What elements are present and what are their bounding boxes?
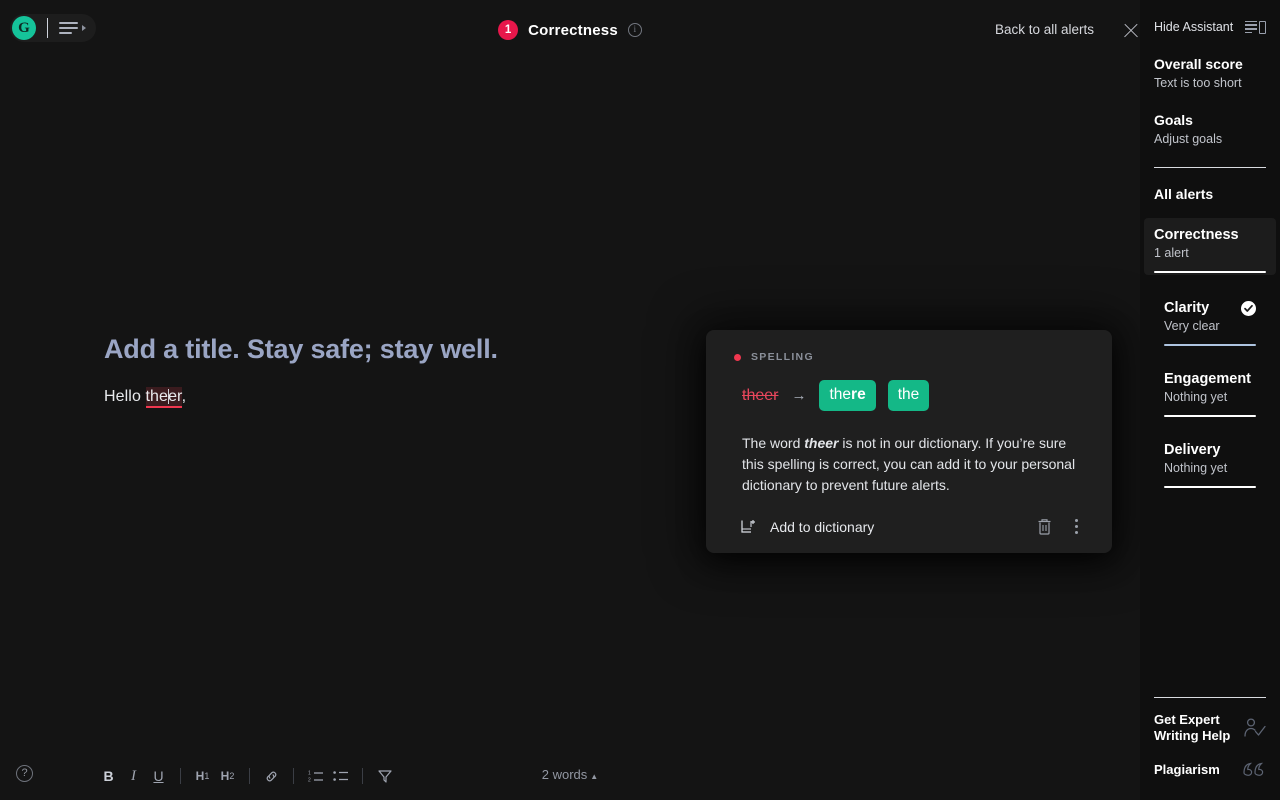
plagiarism-button[interactable]: Plagiarism (1154, 760, 1266, 780)
goals-block[interactable]: Goals Adjust goals (1154, 112, 1266, 146)
sidebar-item-clarity[interactable]: Clarity Very clear (1154, 291, 1266, 346)
sidebar-footer-divider (1154, 697, 1266, 698)
word-count-label: 2 words (542, 767, 588, 782)
header-alert-title: 1 Correctness i (0, 20, 1140, 40)
alert-icon-actions (1037, 516, 1084, 537)
suggestion-chip-1[interactable]: there (819, 380, 875, 411)
get-expert-writing-help-button[interactable]: Get Expert Writing Help (1154, 712, 1266, 744)
suggestion-2-prefix: the (898, 386, 920, 403)
alert-type-label: SPELLING (751, 351, 814, 363)
alert-explanation: The word theer is not in our dictionary.… (742, 433, 1084, 496)
goals-title: Goals (1154, 112, 1266, 128)
alert-count-badge: 1 (498, 20, 518, 40)
sidebar-item-engagement[interactable]: Engagement Nothing yet (1154, 362, 1266, 417)
overall-score-block[interactable]: Overall score Text is too short (1154, 56, 1266, 90)
kebab-menu-icon[interactable] (1069, 516, 1084, 537)
add-to-dictionary-label: Add to dictionary (770, 519, 874, 535)
delivery-bar (1164, 486, 1256, 488)
expert-writer-icon (1242, 717, 1266, 739)
suggestion-row: theer → there the (742, 380, 1084, 411)
body-text-before: Hello (104, 388, 146, 405)
add-to-dictionary-button[interactable]: Add to dictionary (740, 518, 874, 536)
expert-help-label: Get Expert Writing Help (1154, 712, 1232, 744)
page-title: Correctness (528, 22, 618, 39)
engagement-name: Engagement (1164, 371, 1251, 387)
overall-score-title: Overall score (1154, 56, 1266, 72)
explanation-word: theer (804, 435, 838, 451)
hide-assistant-label: Hide Assistant (1154, 20, 1233, 34)
correctness-status: 1 alert (1154, 246, 1266, 260)
check-circle-icon (1241, 301, 1256, 316)
alert-type-dot-icon (734, 354, 741, 361)
overall-score-subtitle: Text is too short (1154, 76, 1266, 90)
delivery-status: Nothing yet (1164, 461, 1256, 475)
word-count-button[interactable]: 2 words▲ (0, 767, 1140, 782)
original-word: theer (742, 387, 778, 405)
sidebar-item-delivery[interactable]: Delivery Nothing yet (1154, 433, 1266, 488)
assistant-sidebar: Hide Assistant Overall score Text is too… (1140, 0, 1280, 800)
quotation-marks-icon (1242, 760, 1266, 780)
header-actions: Back to all alerts (995, 22, 1094, 37)
all-alerts-heading: All alerts (1154, 186, 1266, 202)
misspelled-word[interactable]: theer (146, 387, 182, 408)
clarity-status: Very clear (1164, 319, 1256, 333)
bottom-toolbar: ? B I U H1 H2 1 2 (0, 752, 1140, 800)
suggestion-chip-2[interactable]: the (888, 380, 930, 411)
alert-kind-row: SPELLING (734, 351, 1084, 363)
add-to-dictionary-icon (740, 518, 757, 536)
goals-subtitle[interactable]: Adjust goals (1154, 132, 1266, 146)
delivery-name: Delivery (1164, 442, 1220, 458)
sidebar-footer: Get Expert Writing Help Plagiarism (1154, 697, 1266, 796)
suggestion-1-bold: re (851, 386, 866, 403)
engagement-bar (1164, 415, 1256, 417)
caret-up-icon: ▲ (590, 772, 598, 781)
panel-toggle-icon[interactable] (1245, 21, 1266, 34)
suggestion-1-prefix: the (829, 386, 851, 403)
correctness-bar (1154, 271, 1266, 273)
hide-assistant-button[interactable]: Hide Assistant (1154, 20, 1266, 34)
explanation-part-1: The word (742, 435, 804, 451)
back-to-all-alerts-button[interactable]: Back to all alerts (995, 22, 1094, 37)
engagement-status: Nothing yet (1164, 390, 1256, 404)
clarity-bar (1164, 344, 1256, 346)
misspelled-part-b: er (168, 388, 182, 405)
correctness-name: Correctness (1154, 227, 1239, 243)
document-title-placeholder[interactable]: Add a title. Stay safe; stay well. (104, 334, 498, 365)
alert-actions: Add to dictionary (740, 516, 1084, 537)
info-icon[interactable]: i (628, 23, 642, 37)
close-icon[interactable] (1122, 22, 1140, 40)
document-body-text[interactable]: Hello theer, (104, 388, 186, 406)
misspelled-part-a: the (146, 388, 169, 405)
trash-icon[interactable] (1037, 518, 1052, 536)
sidebar-divider (1154, 167, 1266, 168)
sidebar-item-correctness[interactable]: Correctness 1 alert (1144, 218, 1276, 275)
grammarly-editor-window: G 1 Correctness i Back to all alerts Add… (0, 0, 1280, 800)
plagiarism-label: Plagiarism (1154, 762, 1220, 778)
alert-card[interactable]: SPELLING theer → there the The word thee… (706, 330, 1112, 553)
arrow-right-icon: → (791, 387, 806, 404)
clarity-name: Clarity (1164, 300, 1209, 316)
body-text-after: , (182, 388, 187, 405)
top-bar: G 1 Correctness i Back to all alerts (0, 0, 1140, 56)
